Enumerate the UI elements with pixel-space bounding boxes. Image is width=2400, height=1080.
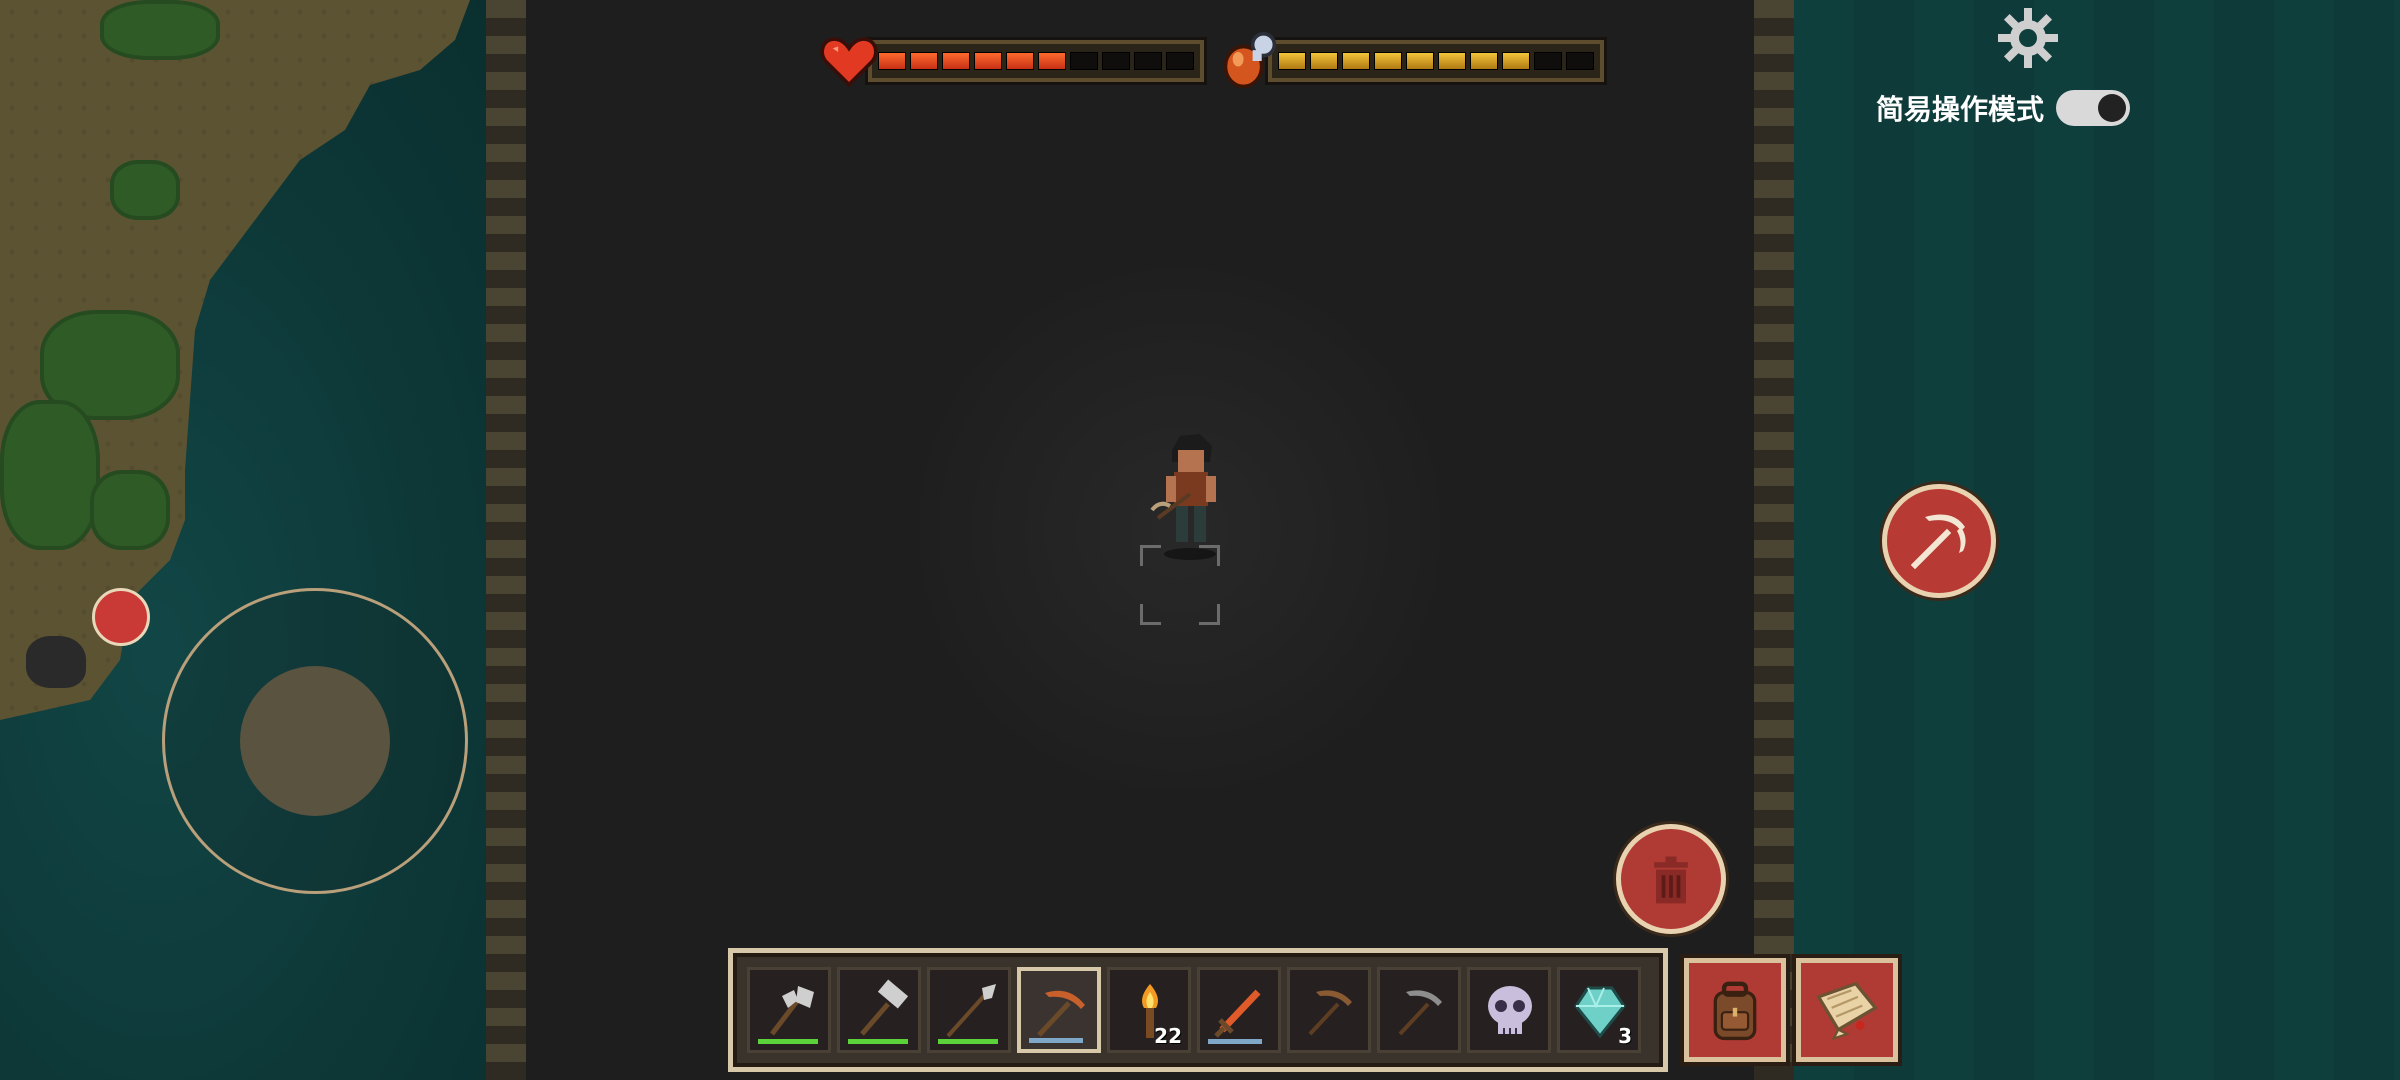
- trash-icon: [1654, 856, 1688, 904]
- hunger-segment: [1534, 52, 1562, 70]
- inventory-button[interactable]: [1684, 958, 1786, 1062]
- hunger-segment: [1310, 52, 1338, 70]
- durability-bar: [758, 1039, 818, 1044]
- hunger-segment: [1566, 52, 1594, 70]
- wooden-pickaxe-icon: [1308, 990, 1352, 1036]
- cave-wall-right: [1754, 0, 1794, 1080]
- hotbar-slot[interactable]: [927, 967, 1011, 1053]
- iron-hammer-icon: [860, 979, 909, 1036]
- action-button[interactable]: [1882, 484, 1996, 598]
- hotbar-slot[interactable]: [1197, 967, 1281, 1053]
- health-segment: [1102, 52, 1130, 70]
- health-segment: [878, 52, 906, 70]
- heart-icon: [820, 37, 878, 88]
- health-segment: [1070, 52, 1098, 70]
- hotbar: 22 3: [728, 948, 1668, 1072]
- hunger-segment: [1278, 52, 1306, 70]
- simple-mode-toggle[interactable]: [2056, 90, 2131, 126]
- health-bar: [820, 36, 1204, 88]
- gear-icon[interactable]: [1996, 6, 2060, 70]
- backpack-icon: [1713, 981, 1757, 1041]
- hotbar-slot[interactable]: 3: [1557, 967, 1641, 1053]
- meat-icon: [1223, 32, 1277, 89]
- durability-bar: [848, 1039, 908, 1044]
- bush: [100, 0, 220, 60]
- hotbar-slot[interactable]: 22: [1107, 967, 1191, 1053]
- iron-spear-icon: [946, 984, 996, 1038]
- interaction-indicator[interactable]: [92, 588, 150, 646]
- map-button[interactable]: [1796, 958, 1898, 1062]
- simple-mode-setting: 简易操作模式: [1876, 88, 2131, 128]
- health-segment: [974, 52, 1002, 70]
- hunger-segment: [1470, 52, 1498, 70]
- hotbar-slot[interactable]: [747, 967, 831, 1053]
- hunger-segment: [1438, 52, 1466, 70]
- map-scroll-icon: [1816, 981, 1878, 1041]
- hotbar-slot[interactable]: [1017, 967, 1101, 1053]
- hunger-segments: [1268, 40, 1604, 82]
- durability-bar: [1208, 1039, 1262, 1044]
- hotbar-slot[interactable]: [1377, 967, 1461, 1053]
- health-segment: [1006, 52, 1034, 70]
- hunger-bar: [1220, 32, 1604, 89]
- durability-bar: [938, 1039, 998, 1044]
- health-segment: [1166, 52, 1194, 70]
- toggle-knob: [2098, 94, 2127, 122]
- item-count: 22: [1154, 1024, 1182, 1048]
- bush: [110, 160, 180, 220]
- item-count: 3: [1618, 1024, 1632, 1048]
- coal-rock[interactable]: [26, 636, 86, 688]
- health-segment: [1038, 52, 1066, 70]
- trash-button[interactable]: [1616, 824, 1726, 934]
- health-segment: [910, 52, 938, 70]
- simple-mode-label: 简易操作模式: [1876, 93, 2045, 126]
- cave-wall-left: [486, 0, 526, 1080]
- copper-sword-icon: [1214, 989, 1261, 1038]
- hotbar-slot[interactable]: [1287, 967, 1371, 1053]
- iron-axe-icon: [770, 986, 814, 1036]
- player-character: [1150, 434, 1216, 560]
- hotbar-slot[interactable]: [837, 967, 921, 1053]
- hotbar-slot[interactable]: [1467, 967, 1551, 1053]
- hunger-segment: [1374, 52, 1402, 70]
- hunger-segment: [1342, 52, 1370, 70]
- health-segment: [1134, 52, 1162, 70]
- hunger-segment: [1502, 52, 1530, 70]
- bush: [90, 470, 170, 550]
- copper-pickaxe-icon: [1037, 990, 1085, 1037]
- joystick-knob[interactable]: [240, 666, 390, 816]
- durability-bar: [1029, 1038, 1083, 1043]
- health-segments: [868, 40, 1204, 82]
- health-segment: [942, 52, 970, 70]
- target-reticle: [1140, 545, 1220, 625]
- pickaxe-icon: [1910, 514, 1966, 570]
- movement-joystick[interactable]: [162, 588, 468, 894]
- skull-icon: [1488, 986, 1532, 1034]
- stone-pickaxe-icon: [1398, 990, 1442, 1036]
- hunger-segment: [1406, 52, 1434, 70]
- bush: [0, 400, 100, 550]
